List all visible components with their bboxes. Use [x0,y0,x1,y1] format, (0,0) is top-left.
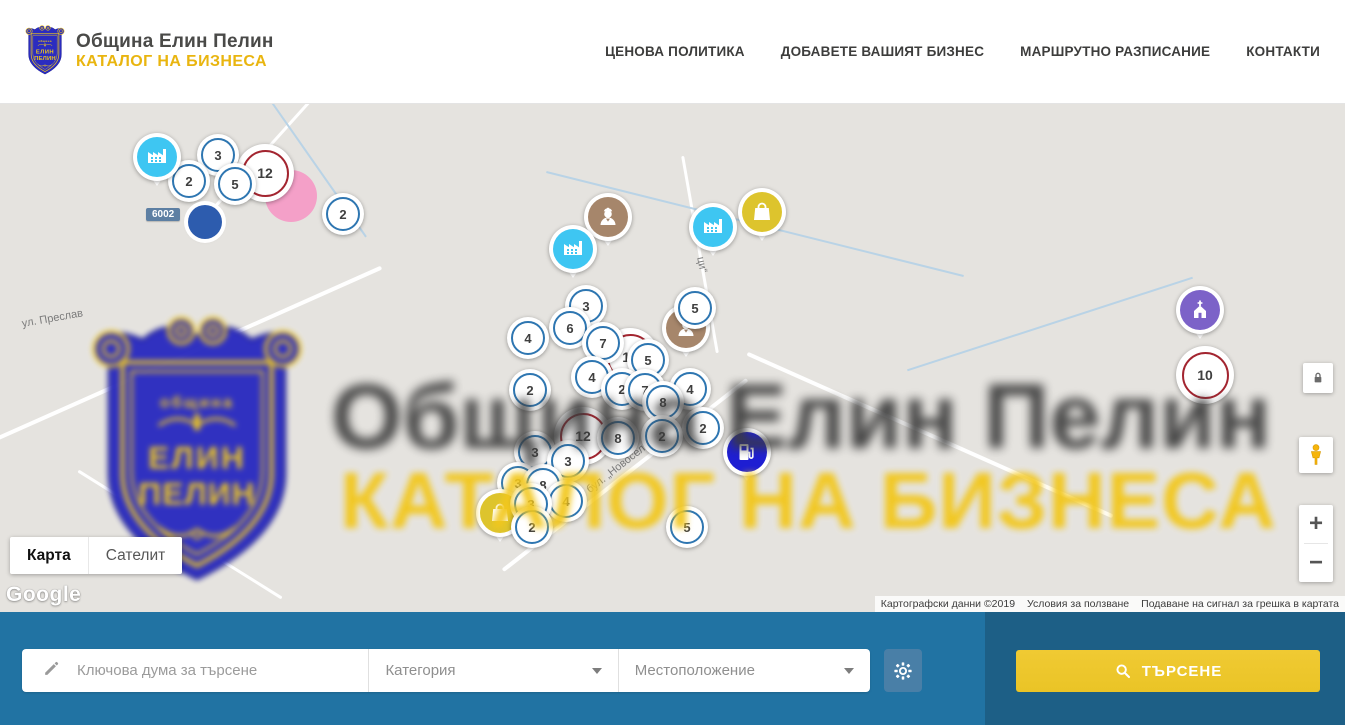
attribution-link[interactable]: Подаване на сигнал за грешка в картата [1135,596,1345,612]
factory-icon [553,229,593,269]
logo-text: Община Елин Пелин КАТАЛОГ НА БИЗНЕСА [76,31,274,71]
cluster-count: 10 [1182,352,1229,399]
location-select[interactable]: Местоположение [618,649,870,692]
lock-button[interactable] [1303,363,1333,393]
keyword-section [22,649,368,692]
search-icon [1114,662,1132,680]
cluster-marker[interactable]: 2 [511,506,553,548]
cluster-count: 5 [218,167,252,201]
nav-item[interactable]: ДОБАВЕТЕ ВАШИЯТ БИЗНЕС [781,44,984,59]
category-select-label: Категория [385,662,455,679]
cluster-marker[interactable]: 2 [682,407,724,449]
cluster-count: 8 [646,385,680,419]
category-pin-marker[interactable] [689,203,737,251]
pin-circle [689,203,737,251]
pin-circle [1176,286,1224,334]
map-type-control: Карта Сателит [10,537,182,574]
category-pin-marker[interactable] [1176,286,1224,334]
search-panel: Категория Местоположение [22,649,870,692]
pin-circle [549,225,597,273]
cluster-count: 2 [326,197,360,231]
cluster-count: 7 [586,326,620,360]
gear-icon [892,660,914,682]
cluster-marker[interactable]: 5 [214,163,256,205]
partial-marker-dot[interactable] [188,205,222,239]
main-nav: ЦЕНОВА ПОЛИТИКА ДОБАВЕТЕ ВАШИЯТ БИЗНЕС МАР… [605,0,1320,103]
advanced-settings-button[interactable] [884,649,922,692]
zoom-out-button[interactable]: − [1299,544,1333,582]
satellite-view-button[interactable]: Сателит [88,537,182,574]
svg-text:община: община [38,39,52,43]
search-bar: Категория Местоположение ТЪРСЕНЕ [0,612,1345,725]
attribution-text: Картографски данни ©2019 [875,596,1021,612]
category-pin-marker[interactable] [723,428,771,476]
cluster-marker[interactable]: 10 [1176,346,1234,404]
logo-subtitle: КАТАЛОГ НА БИЗНЕСА [76,53,274,71]
map-canvas[interactable]: ул. Преславбул. „Новоселци“ 6002105 1232… [0,103,1345,612]
pegman-icon [1304,442,1328,468]
keyword-search-input[interactable] [75,661,368,680]
google-logo[interactable]: Google [6,583,81,607]
cluster-marker[interactable]: 4 [507,317,549,359]
street-view-pegman[interactable] [1299,437,1333,473]
cluster-count: 2 [515,510,549,544]
page: община ЕЛИНПЕЛИН Община Елин Пелин КАТАЛО… [0,0,1345,725]
zoom-in-button[interactable]: + [1299,505,1333,543]
nav-item[interactable]: ЦЕНОВА ПОЛИТИКА [605,44,745,59]
svg-text:ПЕЛИН: ПЕЛИН [34,56,56,62]
cluster-marker[interactable]: 8 [597,417,639,459]
category-select[interactable]: Категория [368,649,617,692]
cluster-marker[interactable]: 5 [674,287,716,329]
category-pin-marker[interactable] [549,225,597,273]
cluster-count: 2 [645,419,679,453]
header: община ЕЛИНПЕЛИН Община Елин Пелин КАТАЛО… [0,0,1345,104]
fuel-icon [727,432,767,472]
cluster-count: 4 [511,321,545,355]
cluster-count: 8 [601,421,635,455]
category-pin-marker[interactable] [133,133,181,181]
chevron-down-icon [844,668,854,674]
nav-item[interactable]: КОНТАКТИ [1246,44,1320,59]
factory-icon [693,207,733,247]
cluster-count: 4 [549,484,583,518]
map-attribution: Картографски данни ©2019Условия за ползв… [875,596,1345,612]
cluster-marker[interactable]: 2 [509,369,551,411]
category-pin-marker[interactable] [738,188,786,236]
cluster-marker[interactable]: 2 [641,415,683,457]
bag-icon [742,192,782,232]
cluster-marker[interactable]: 5 [666,506,708,548]
zoom-control: + − [1299,505,1333,582]
map-view-button[interactable]: Карта [10,537,88,574]
pin-circle [133,133,181,181]
cluster-count: 5 [670,510,704,544]
factory-icon [137,137,177,177]
cluster-count: 2 [686,411,720,445]
cluster-count: 2 [513,373,547,407]
nav-item[interactable]: МАРШРУТНО РАЗПИСАНИЕ [1020,44,1210,59]
site-logo[interactable]: община ЕЛИНПЕЛИН Община Елин Пелин КАТАЛО… [24,24,274,78]
attribution-link[interactable]: Условия за ползване [1021,596,1135,612]
search-button-label: ТЪРСЕНЕ [1142,663,1223,680]
svg-text:ЕЛИН: ЕЛИН [36,50,54,56]
cluster-marker[interactable]: 2 [322,193,364,235]
municipality-crest-icon: община ЕЛИНПЕЛИН [24,24,66,78]
markers-layer: 12325253641375422748221283338432510 [0,103,1345,612]
pin-circle [723,428,771,476]
location-select-label: Местоположение [635,662,755,679]
pin-circle [738,188,786,236]
search-button[interactable]: ТЪРСЕНЕ [1016,650,1320,692]
church-icon [1180,290,1220,330]
cluster-count: 5 [678,291,712,325]
pencil-icon [42,659,61,683]
logo-title: Община Елин Пелин [76,31,274,53]
chevron-down-icon [592,668,602,674]
lock-icon [1310,370,1326,386]
